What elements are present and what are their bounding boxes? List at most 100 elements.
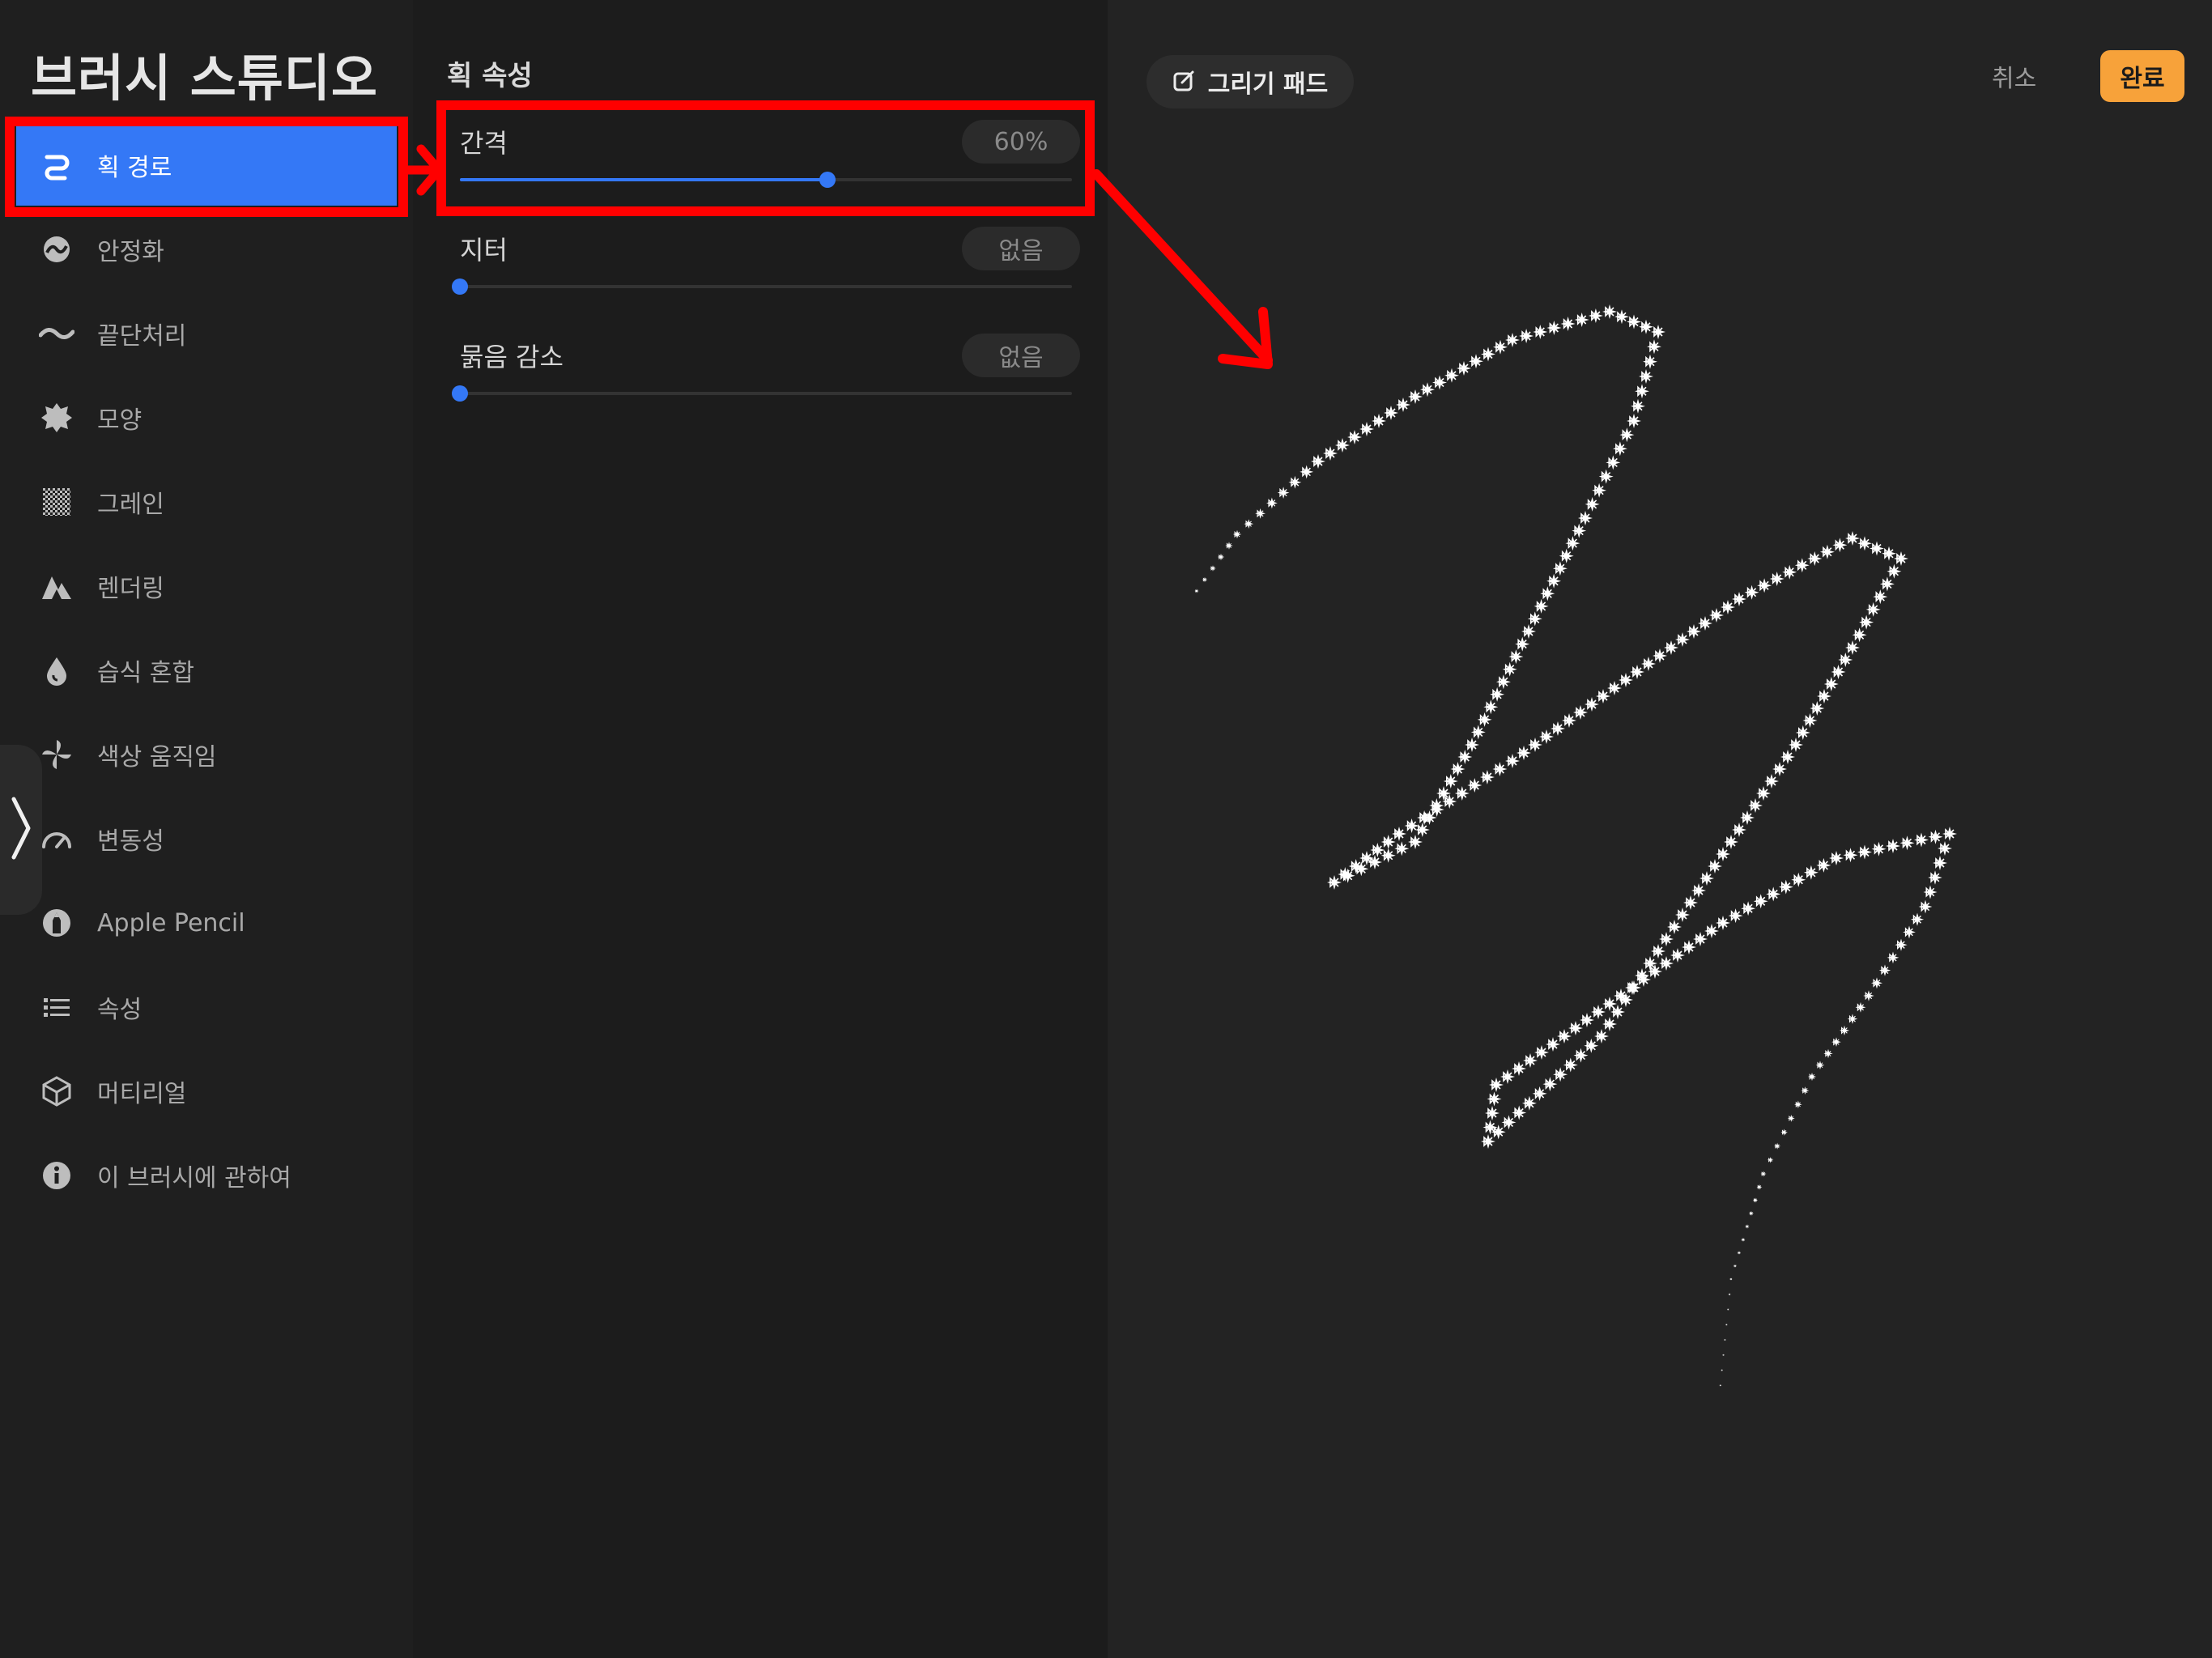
star-stamp [1719,1384,1722,1387]
star-stamp [1743,584,1760,601]
star-stamp [1534,1044,1550,1061]
star-stamp [1886,950,1900,964]
spacing-slider-knob[interactable] [819,172,836,188]
star-stamp [1739,810,1755,826]
star-stamp [1619,427,1636,443]
star-stamp [1893,551,1909,567]
apple-pencil-icon [39,905,74,941]
studio-title: 브러시 스튜디오 [31,49,378,108]
sidebar-collapse-handle[interactable] [0,745,42,915]
jitter-slider[interactable] [452,278,1072,295]
star-stamp [1781,563,1797,580]
star-stamp [1787,1114,1796,1123]
star-stamp [1538,729,1555,745]
star-stamp [1552,1066,1568,1083]
star-stamp [1489,686,1505,703]
star-stamp [1917,899,1933,915]
sidebar-item-grain[interactable]: 그레인 [16,461,397,542]
sidebar-item-label: 습식 혼합 [97,659,194,687]
star-stamp [1546,320,1563,336]
star-stamp [1728,1293,1731,1296]
star-stamp [1457,749,1474,765]
star-stamp [1894,937,1908,952]
star-stamp [1476,712,1493,728]
falloff-value[interactable]: 없음 [962,334,1080,377]
star-stamp [1224,541,1234,551]
sidebar-item-color-dynamics[interactable]: 색상 움직임 [16,714,397,795]
star-stamp [1326,874,1342,891]
star-stamp [1254,508,1266,520]
star-stamp [1658,955,1674,971]
star-stamp [1561,712,1577,729]
sidebar-item-label: 끝단처리 [97,322,187,351]
star-stamp [1595,688,1611,704]
star-stamp [1527,610,1543,627]
star-stamp [1780,749,1796,765]
star-stamp [1618,672,1634,688]
sidebar-item-wet-mix[interactable]: 습식 혼합 [16,630,397,711]
about-icon [39,1158,74,1193]
star-stamp [1886,563,1903,580]
falloff-slider-knob[interactable] [452,385,468,402]
star-stamp [1723,834,1739,850]
sidebar-item-stabilization[interactable]: 안정화 [16,209,397,290]
sidebar-item-about[interactable]: 이 브러시에 관하여 [16,1135,397,1216]
sidebar-item-rendering[interactable]: 렌더링 [16,546,397,627]
sidebar-item-dynamics[interactable]: 변동성 [16,798,397,879]
star-stamp [1395,397,1411,413]
star-stamp [1419,381,1436,398]
star-stamp [1602,1016,1618,1032]
properties-icon [39,989,74,1025]
sidebar-item-label: 변동성 [97,827,164,856]
shape-icon [39,400,74,436]
sidebar-item-stroke-path[interactable]: 획 경로 [16,125,397,206]
spacing-slider[interactable] [460,172,1072,188]
star-stamp [1670,947,1686,963]
spacing-value[interactable]: 60% [962,120,1080,164]
sidebar-item-properties[interactable]: 속성 [16,967,397,1048]
star-stamp [1466,777,1483,793]
star-stamp [1802,712,1819,729]
star-stamp [1334,437,1351,453]
star-stamp [1550,721,1566,737]
star-stamp [1844,640,1861,656]
star-stamp [1626,413,1642,429]
star-stamp [1545,1036,1561,1052]
star-stamp [1650,324,1666,340]
star-stamp [1533,598,1550,614]
jitter-slider-knob[interactable] [452,278,468,295]
star-stamp [1584,696,1600,712]
sidebar-item-materials[interactable]: 머티리얼 [16,1051,397,1132]
star-stamp [1646,338,1662,355]
drawing-pad[interactable]: 그리기 패드 취소 완료 [1108,0,2212,1658]
star-stamp [1731,822,1747,838]
jitter-value[interactable]: 없음 [962,227,1080,270]
star-stamp [1760,1171,1767,1177]
star-stamp [1499,1069,1516,1085]
star-stamp [1346,429,1363,445]
sidebar-item-taper[interactable]: 끝단처리 [16,293,397,374]
star-stamp [1788,737,1804,753]
star-stamp [1862,989,1875,1002]
star-stamp [1232,529,1242,539]
star-stamp [1310,453,1326,470]
sidebar-item-label: 안정화 [97,238,164,266]
star-stamp [1573,312,1590,328]
star-stamp [1704,923,1720,939]
falloff-slider[interactable] [452,385,1072,402]
spacing-label: 간격 [460,128,508,159]
spacing-setting: 간격 60% [460,120,1080,209]
star-stamp [1501,661,1518,678]
star-stamp [1823,1048,1834,1059]
star-stamp [1767,1156,1774,1164]
star-stamp [1266,496,1278,509]
sidebar-item-apple-pencil[interactable]: Apple Pencil [16,882,397,963]
star-stamp [1393,840,1410,857]
star-stamp [1521,623,1537,640]
star-stamp [1899,835,1916,852]
sidebar-item-shape[interactable]: 모양 [16,377,397,458]
star-stamp [1511,1061,1527,1077]
star-stamp [1682,895,1699,911]
star-stamp [1729,1278,1733,1281]
star-stamp [1755,785,1772,801]
